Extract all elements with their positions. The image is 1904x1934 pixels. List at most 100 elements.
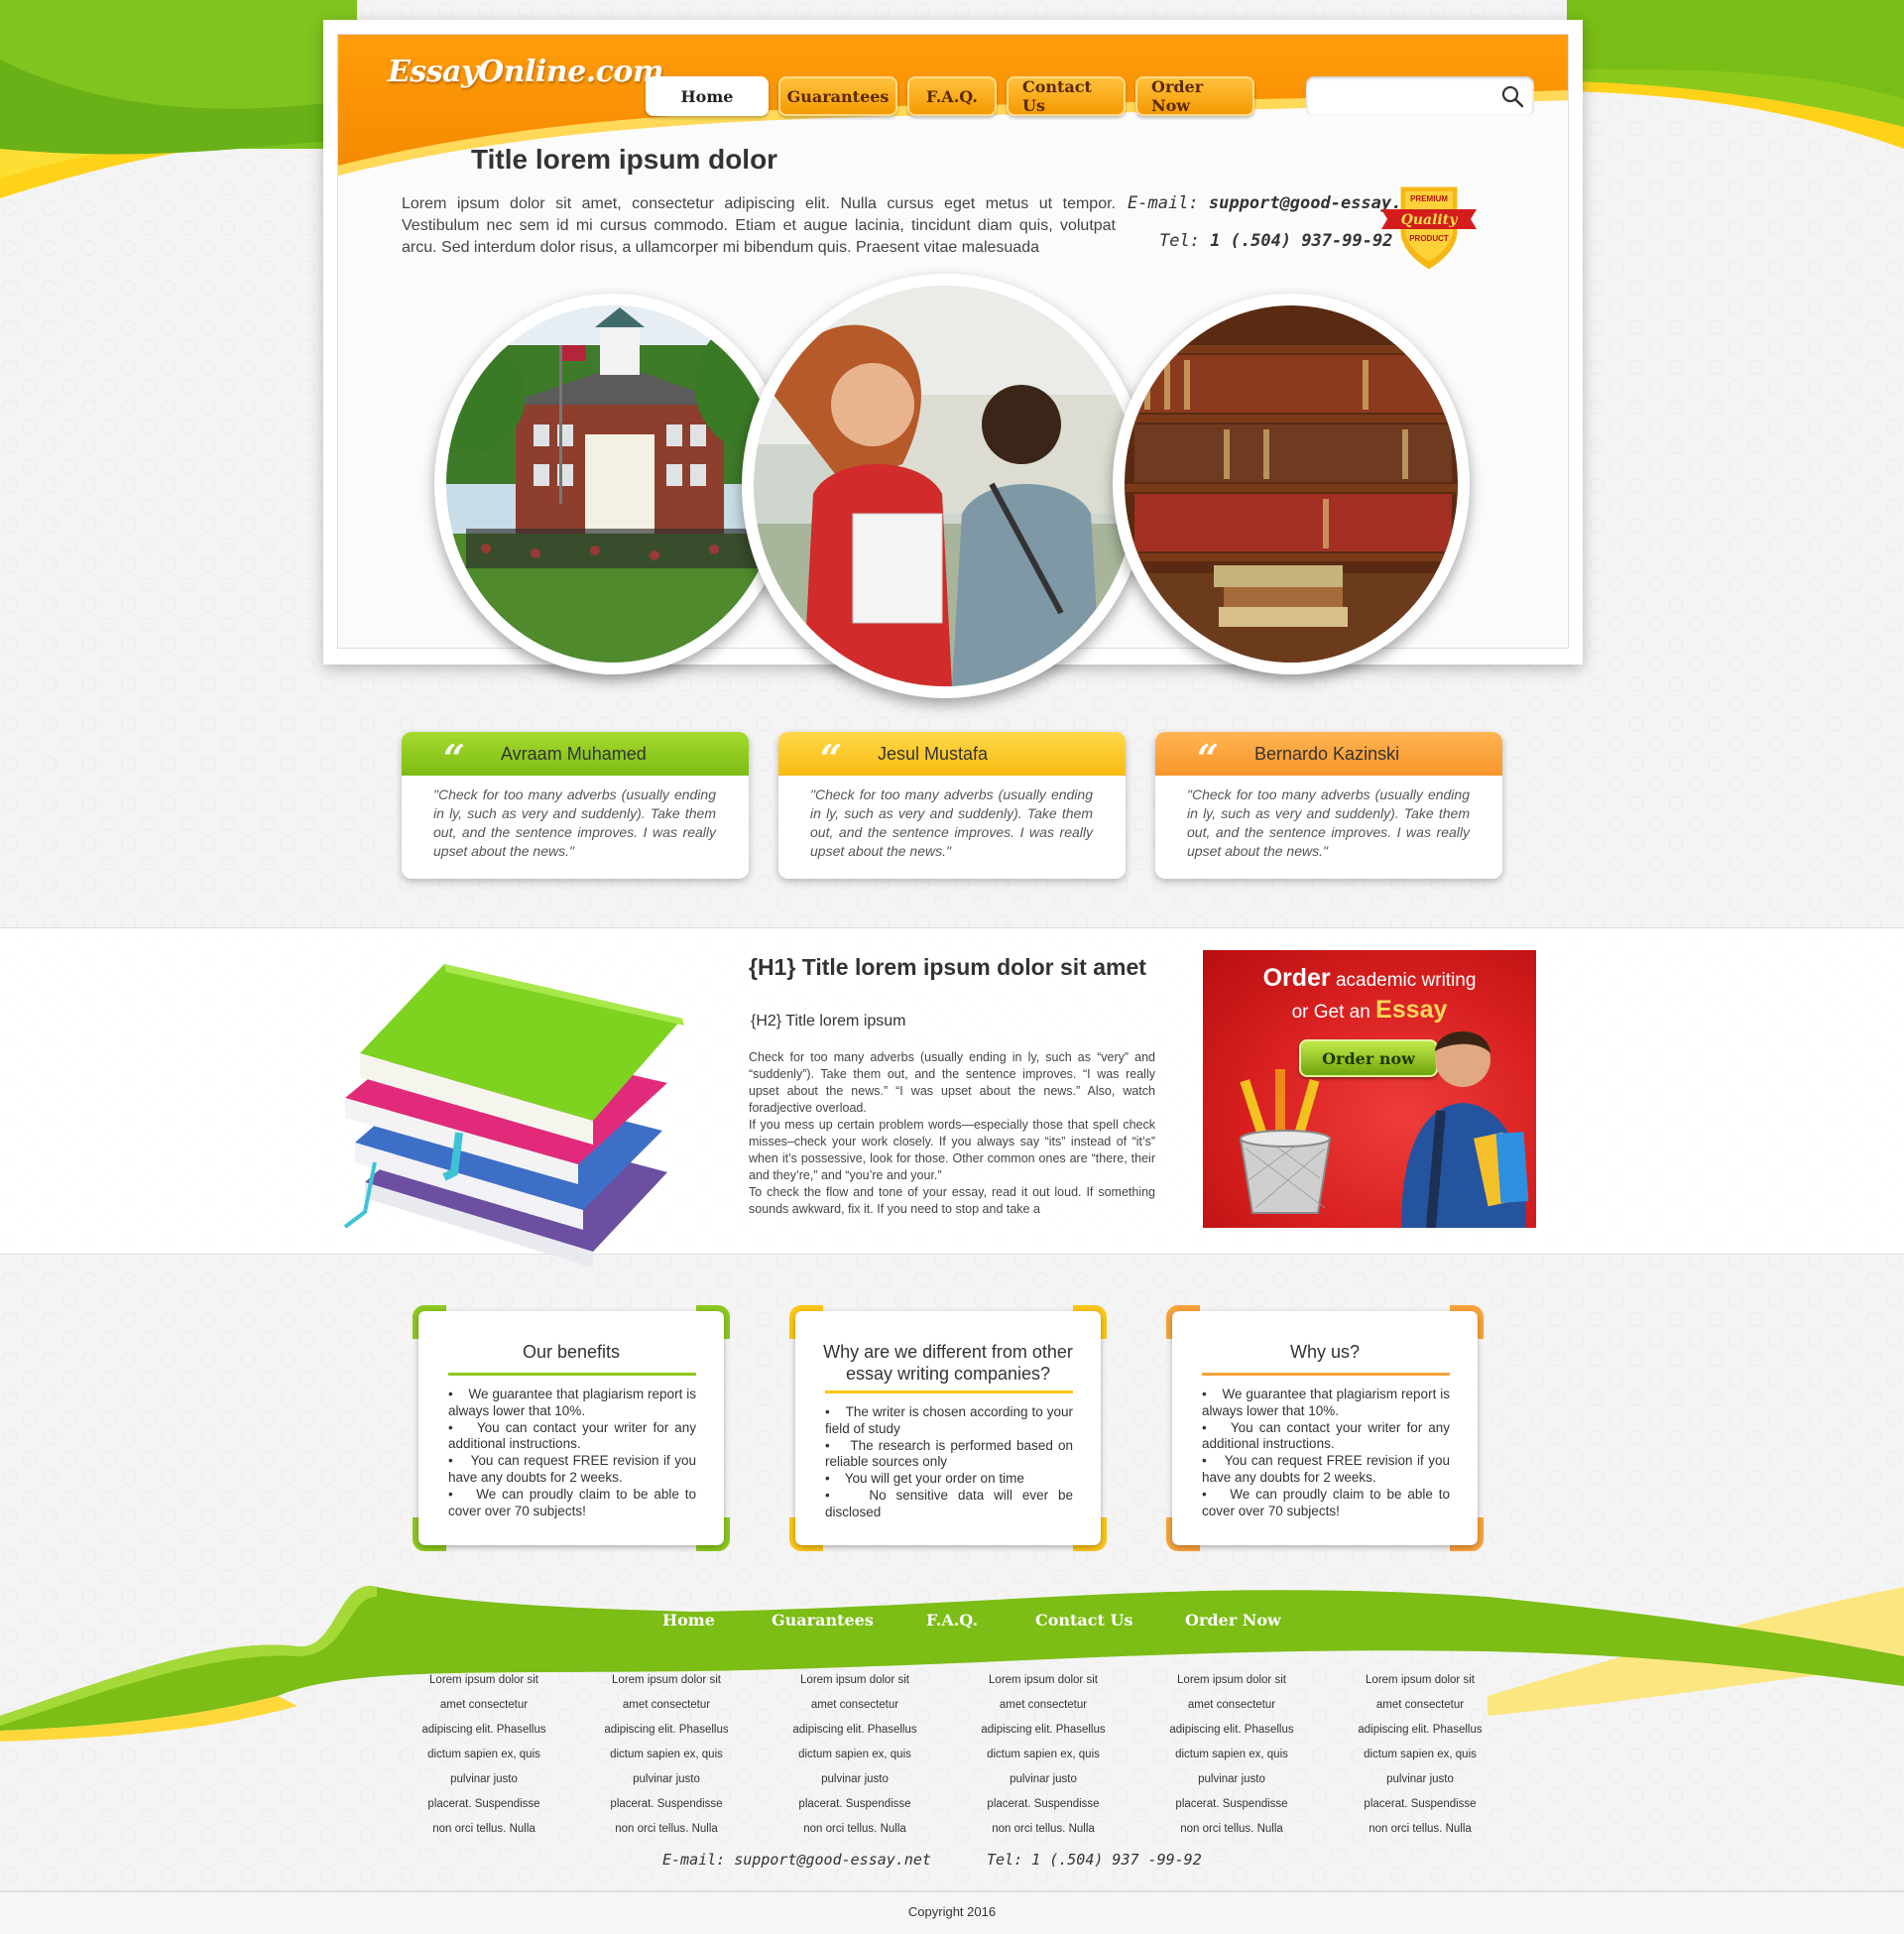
footer-column-line: non orci tellus. Nulla bbox=[1368, 1823, 1472, 1835]
info-title: Why us? bbox=[1289, 1342, 1361, 1362]
testimonial-name: Jesul Mustafa bbox=[878, 744, 989, 764]
footer-nav-contact-us[interactable]: Contact Us bbox=[1035, 1611, 1132, 1630]
footer-nav-home[interactable]: Home bbox=[662, 1611, 715, 1630]
hero-tel-label: Tel: bbox=[1159, 231, 1200, 251]
info-list: We guarantee that plagiarism report is a… bbox=[1202, 1387, 1450, 1519]
order-promo-get: or Get an bbox=[1291, 1002, 1370, 1023]
footer-column-line: adipiscing elit. Phasellus bbox=[1358, 1724, 1483, 1736]
info-list-item: No sensitive data will ever be disclosed bbox=[825, 1488, 1073, 1521]
footer-column-line: amet consectetur bbox=[1187, 1699, 1276, 1711]
info-list-item: You can request FREE revision if you hav… bbox=[448, 1453, 696, 1487]
testimonial-header: “ Bernardo Kazinski bbox=[1155, 732, 1502, 781]
testimonial-card-2: “ Jesul Mustafa "Check for too many adve… bbox=[778, 732, 1126, 879]
hero-tel-value: 1 (.504) 937-99-92 bbox=[1210, 231, 1393, 251]
nav-order-now[interactable]: Order Now bbox=[1135, 76, 1254, 116]
badge-middle: Quality bbox=[1401, 212, 1459, 228]
info-box-body: Our benefits We guarantee that plagiaris… bbox=[418, 1311, 724, 1545]
info-divider bbox=[1202, 1373, 1450, 1376]
site-logo[interactable]: EssayOnline.com bbox=[388, 55, 664, 106]
footer-column-line: dictum sapien ex, quis bbox=[798, 1749, 911, 1760]
footer-nav-faq[interactable]: F.A.Q. bbox=[926, 1611, 978, 1630]
footer-column-line: dictum sapien ex, quis bbox=[1364, 1749, 1477, 1760]
search-input[interactable] bbox=[1316, 84, 1485, 108]
info-list-item: We guarantee that plagiarism report is a… bbox=[1202, 1387, 1450, 1420]
footer-column-line: Lorem ipsum dolor sit bbox=[612, 1674, 721, 1686]
info-list-item: You will get your order on time bbox=[825, 1471, 1073, 1488]
article-paragraph: Check for too many adverbs (usually endi… bbox=[749, 1050, 1155, 1115]
hero-email-label: E-mail: bbox=[1128, 193, 1199, 213]
footer-column-line: dictum sapien ex, quis bbox=[427, 1749, 540, 1760]
footer-green-ribbon bbox=[0, 1586, 1904, 1742]
footer-nav-order-now[interactable]: Order Now bbox=[1185, 1611, 1281, 1630]
footer-column-line: non orci tellus. Nulla bbox=[615, 1823, 718, 1835]
footer-column-line: placerat. Suspendisse bbox=[987, 1798, 1100, 1810]
order-promo-academic: academic writing bbox=[1335, 970, 1477, 991]
footer-column-line: pulvinar justo bbox=[633, 1773, 700, 1785]
footer-nav-guarantees[interactable]: Guarantees bbox=[772, 1611, 874, 1630]
info-list: We guarantee that plagiarism report is a… bbox=[448, 1387, 696, 1519]
footer-column-line: Lorem ipsum dolor sit bbox=[429, 1674, 538, 1686]
info-divider bbox=[448, 1373, 696, 1376]
testimonial-name: Bernardo Kazinski bbox=[1254, 744, 1400, 764]
info-box-why-us: Why us? We guarantee that plagiarism rep… bbox=[1166, 1305, 1484, 1551]
footer-column-line: dictum sapien ex, quis bbox=[610, 1749, 723, 1760]
info-box-body: Why us? We guarantee that plagiarism rep… bbox=[1172, 1311, 1478, 1545]
nav-faq[interactable]: F.A.Q. bbox=[907, 76, 997, 116]
order-promo-line1: Order academic writing bbox=[1203, 964, 1536, 993]
footer-column-line: Lorem ipsum dolor sit bbox=[1177, 1674, 1286, 1686]
footer-column-line: amet consectetur bbox=[1375, 1699, 1465, 1711]
footer-column-line: placerat. Suspendisse bbox=[610, 1798, 723, 1810]
campus-photo bbox=[434, 294, 791, 674]
quote-icon: “ bbox=[443, 736, 465, 781]
info-list-item: We can proudly claim to be able to cover… bbox=[448, 1487, 696, 1520]
nav-home[interactable]: Home bbox=[646, 76, 769, 116]
testimonial-card-3: “ Bernardo Kazinski "Check for too many … bbox=[1155, 732, 1502, 879]
nav-guarantees[interactable]: Guarantees bbox=[778, 76, 897, 116]
footer-column-line: pulvinar justo bbox=[1198, 1773, 1265, 1785]
testimonial-text: "Check for too many adverbs (usually end… bbox=[810, 786, 1093, 859]
footer-column-line: placerat. Suspendisse bbox=[1364, 1798, 1477, 1810]
students-photo bbox=[742, 274, 1148, 698]
footer-column: Lorem ipsum dolor sit amet consectetur a… bbox=[969, 1668, 1118, 1842]
footer-column-line: placerat. Suspendisse bbox=[1175, 1798, 1288, 1810]
footer-column-line: non orci tellus. Nulla bbox=[803, 1823, 906, 1835]
quote-icon: “ bbox=[1197, 736, 1219, 781]
info-box-different: Why are we different from other essay wr… bbox=[789, 1305, 1107, 1551]
footer-column-line: Lorem ipsum dolor sit bbox=[800, 1674, 909, 1686]
article-h1: {H1} Title lorem ipsum dolor sit amet bbox=[749, 954, 1146, 980]
footer-column-line: placerat. Suspendisse bbox=[427, 1798, 540, 1810]
copyright: Copyright 2016 bbox=[907, 1904, 997, 1919]
testimonial-card-1: “ Avraam Muhamed "Check for too many adv… bbox=[402, 732, 749, 879]
info-title: Why are we different from other essay wr… bbox=[823, 1342, 1073, 1384]
footer-tel: Tel: 1 (.504) 937 -99-92 bbox=[987, 1851, 1202, 1869]
footer-column-line: adipiscing elit. Phasellus bbox=[792, 1724, 917, 1736]
nav-contact-us[interactable]: Contact Us bbox=[1007, 76, 1126, 116]
article-body: Check for too many adverbs (usually endi… bbox=[749, 1049, 1155, 1218]
footer-column-line: dictum sapien ex, quis bbox=[987, 1749, 1100, 1760]
footer-column-line: pulvinar justo bbox=[1010, 1773, 1077, 1785]
info-list-item: The research is performed based on relia… bbox=[825, 1438, 1073, 1472]
footer-column-line: non orci tellus. Nulla bbox=[992, 1823, 1095, 1835]
footer-column-line: adipiscing elit. Phasellus bbox=[604, 1724, 729, 1736]
footer-column-line: placerat. Suspendisse bbox=[798, 1798, 911, 1810]
badge-top: PREMIUM bbox=[1410, 194, 1448, 203]
article-paragraph: If you mess up certain problem words—esp… bbox=[749, 1118, 1155, 1182]
footer-column: Lorem ipsum dolor sit amet consectetur a… bbox=[1346, 1668, 1494, 1842]
testimonial-text: "Check for too many adverbs (usually end… bbox=[433, 786, 716, 859]
quote-icon: “ bbox=[820, 736, 842, 781]
footer-column-line: adipiscing elit. Phasellus bbox=[981, 1724, 1106, 1736]
footer-email[interactable]: E-mail: support@good-essay.net bbox=[662, 1851, 931, 1869]
pencil-cup-illustration bbox=[1239, 1069, 1332, 1214]
hero-tel: Tel: 1 (.504) 937-99-92 bbox=[1159, 231, 1392, 251]
order-promo-box[interactable]: Order academic writing or Get an Essay O… bbox=[1203, 950, 1536, 1228]
footer-column: Lorem ipsum dolor sit amet consectetur a… bbox=[780, 1668, 929, 1842]
footer-column-line: adipiscing elit. Phasellus bbox=[421, 1724, 546, 1736]
testimonial-text: "Check for too many adverbs (usually end… bbox=[1187, 786, 1470, 859]
top-left-wave-decoration bbox=[0, 0, 357, 198]
testimonial-name: Avraam Muhamed bbox=[501, 744, 647, 764]
book-stack-illustration bbox=[343, 964, 684, 1268]
library-photo bbox=[1113, 294, 1470, 674]
search-icon[interactable] bbox=[1500, 84, 1524, 108]
footer-column: Lorem ipsum dolor sit amet consectetur a… bbox=[592, 1668, 741, 1842]
search-box bbox=[1306, 76, 1534, 116]
